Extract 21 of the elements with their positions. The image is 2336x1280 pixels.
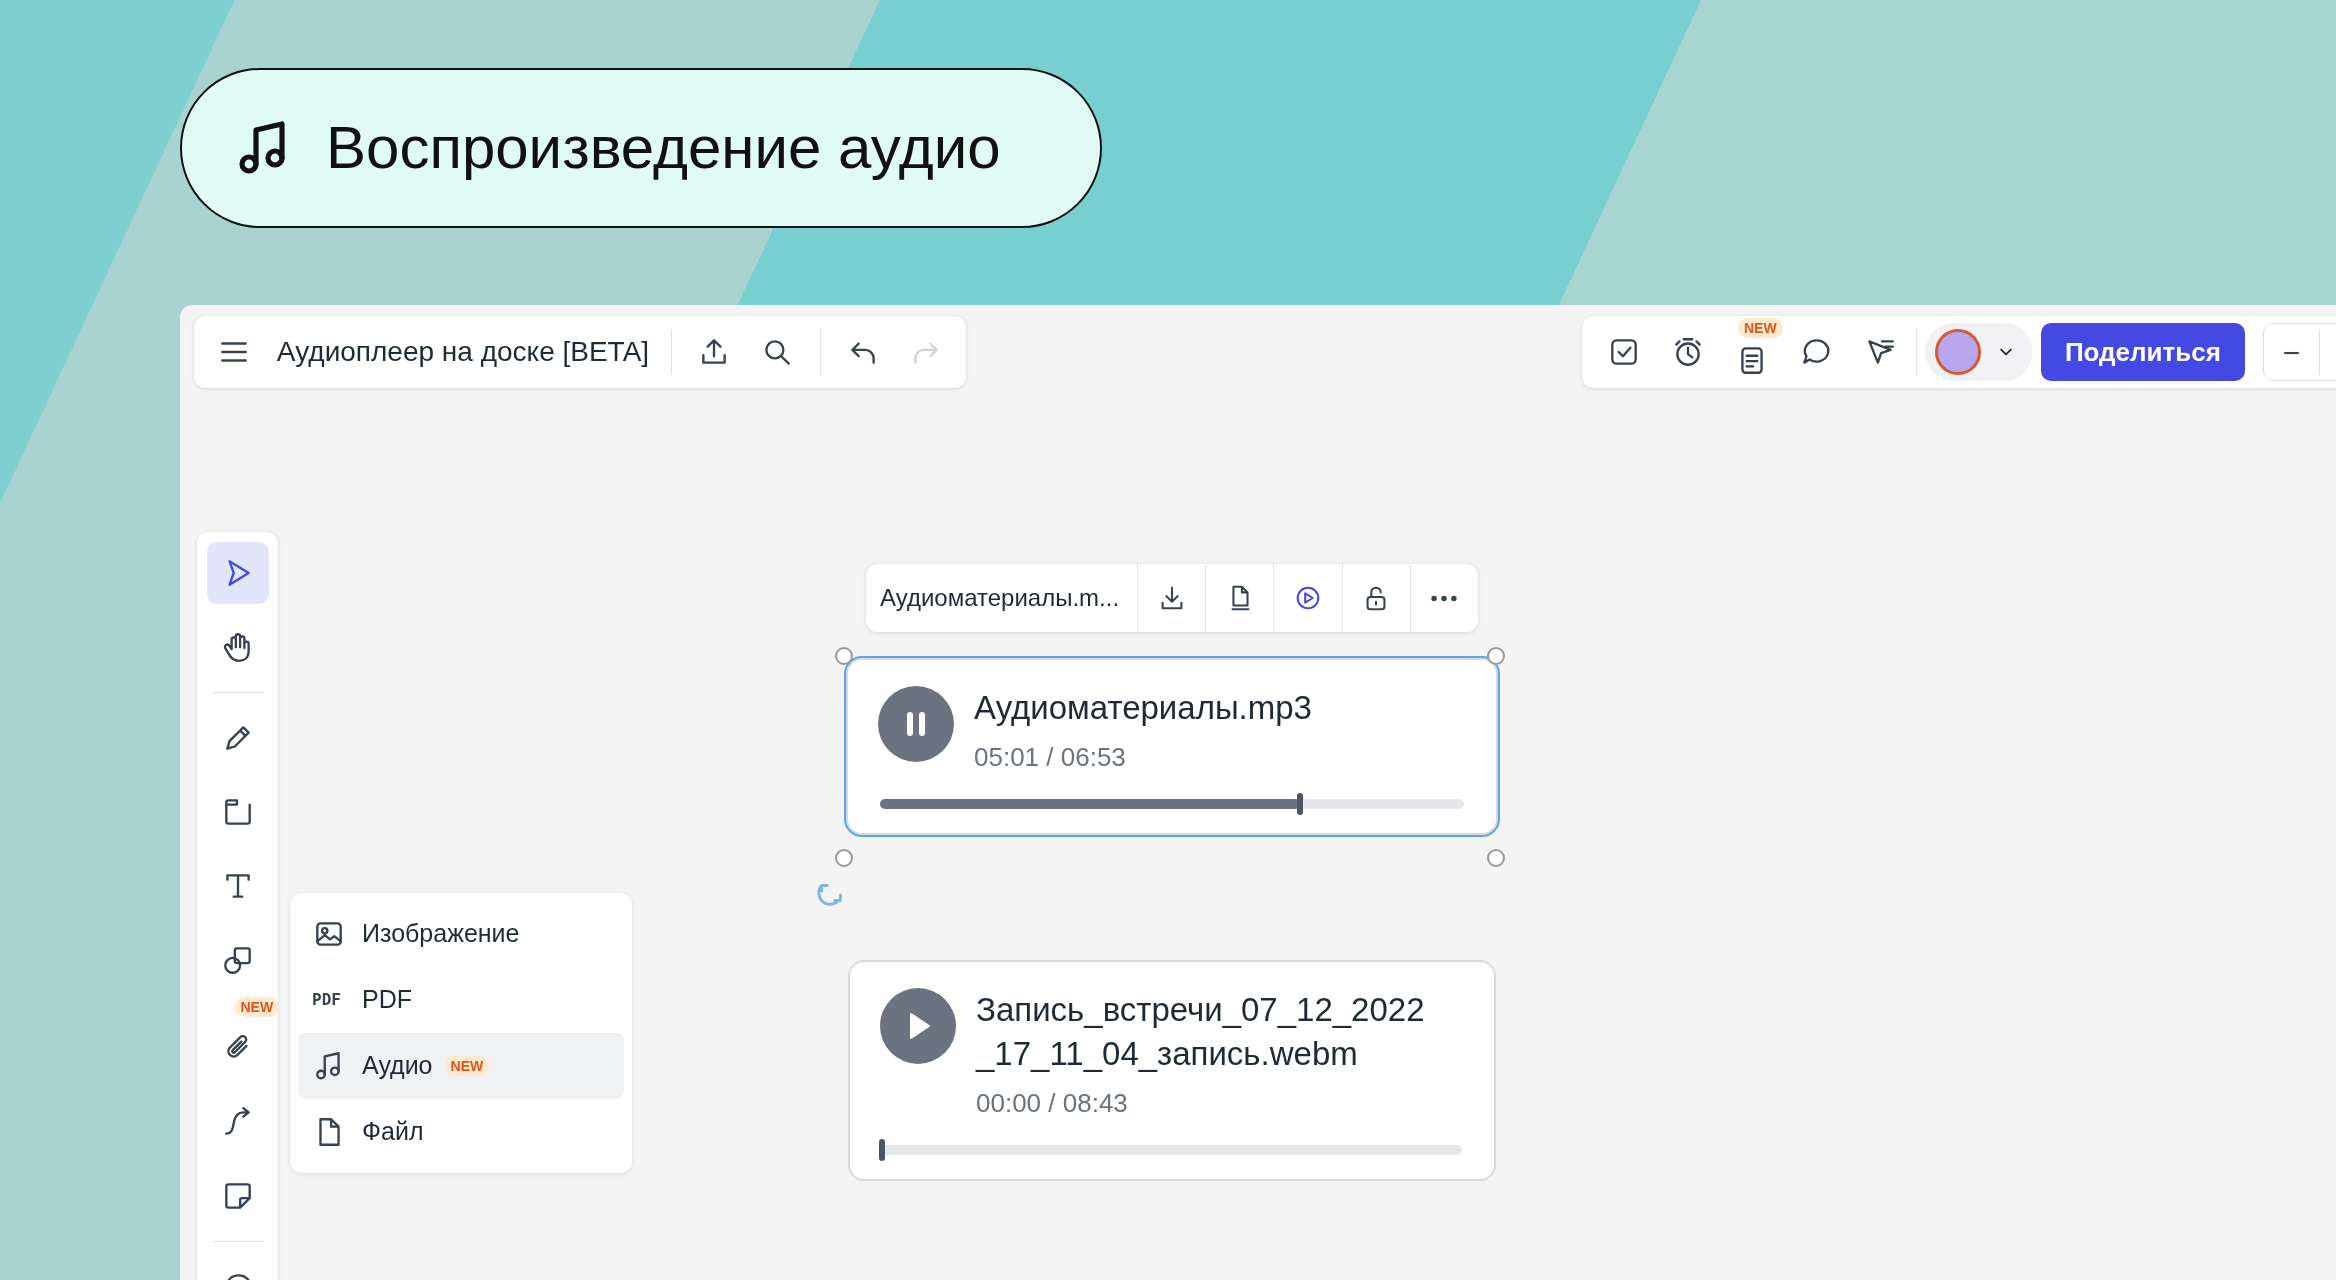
menu-item-label: Изображение xyxy=(362,918,520,950)
track-time: 05:01 / 06:53 xyxy=(974,741,1127,774)
new-badge: NEW xyxy=(444,1056,490,1076)
share-button[interactable]: Поделиться xyxy=(2040,323,2245,381)
new-badge: NEW xyxy=(1738,318,1783,338)
track-name: Аудиоматериалы.mp3 xyxy=(974,688,1313,728)
new-badge: NEW xyxy=(234,997,280,1017)
file-name: Аудиоматериалы.m... xyxy=(866,564,1139,632)
menu-item-label: PDF xyxy=(362,984,412,1016)
menu-item[interactable]: PDF PDF xyxy=(298,967,624,1033)
menu-item-label: Аудио xyxy=(362,1050,433,1082)
menu-item[interactable]: Изображение xyxy=(298,901,624,967)
menu-item[interactable]: Файл xyxy=(298,1099,624,1165)
zoom-out-button[interactable]: − xyxy=(2263,329,2320,375)
banner-title: Воспроизведение аудио xyxy=(326,113,1001,183)
menu-item[interactable]: Аудио NEW xyxy=(298,1033,624,1099)
track-time: 00:00 / 08:43 xyxy=(976,1087,1129,1120)
menu-item-label: Файл xyxy=(362,1116,424,1148)
pdf-icon: PDF xyxy=(312,988,346,1012)
board-title: Аудиоплеер на доске [BETA] xyxy=(276,335,650,369)
track-name: Запись_встречи_07_12_2022_17_11_04_запись.webm xyxy=(976,990,1426,1074)
